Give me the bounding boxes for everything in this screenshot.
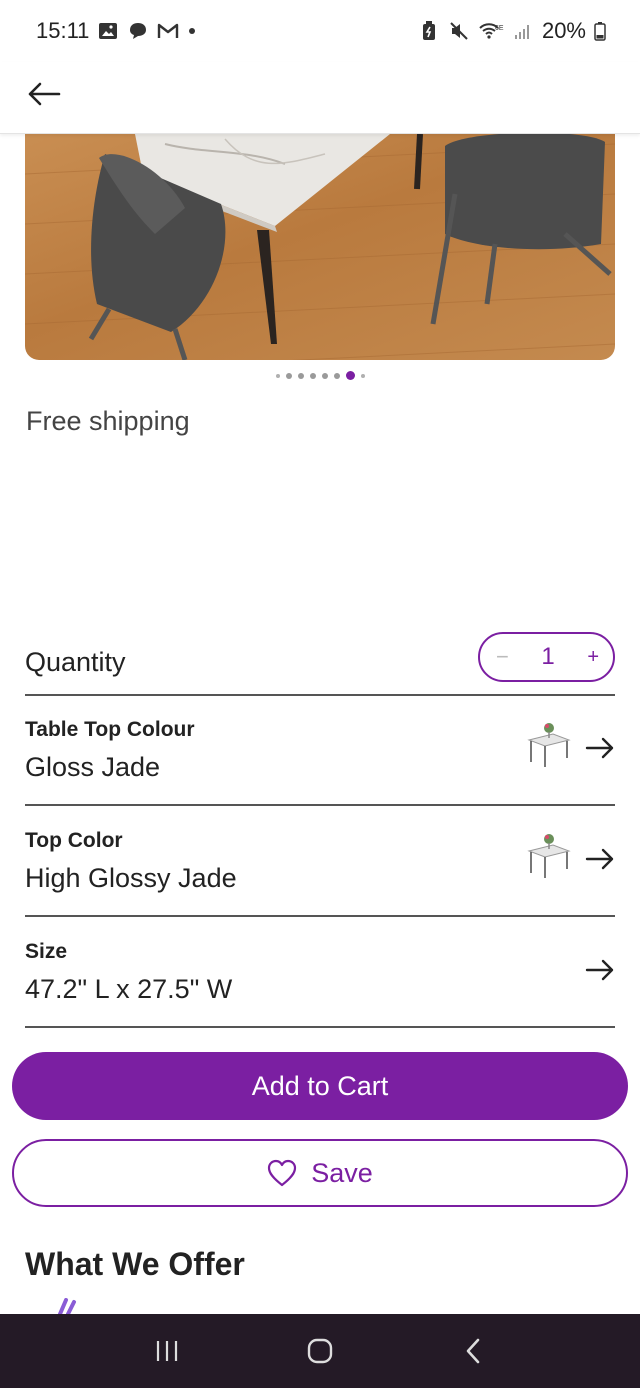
chat-icon: [127, 20, 149, 42]
table-thumbnail-icon: [527, 723, 571, 767]
arrow-right-icon: [585, 959, 614, 981]
battery-saver-icon: [418, 20, 440, 42]
mute-icon: [448, 20, 470, 42]
carousel-dot[interactable]: [321, 372, 328, 379]
status-bar: 15:11 6E 20%: [0, 0, 640, 62]
battery-icon: [594, 20, 606, 42]
increment-button[interactable]: +: [587, 646, 599, 669]
carousel-dot[interactable]: [360, 373, 365, 378]
back-button[interactable]: [22, 72, 66, 116]
chevron-left-icon: [467, 1338, 480, 1364]
option-top-color[interactable]: Top Color High Glossy Jade: [25, 807, 615, 917]
quantity-stepper: − 1 +: [478, 632, 615, 682]
quantity-row: Quantity − 1 +: [25, 630, 615, 696]
option-label: Table Top Colour: [25, 718, 195, 741]
system-nav-bar: [0, 1314, 640, 1388]
option-value: High Glossy Jade: [25, 863, 237, 893]
nav-back-button[interactable]: [448, 1326, 498, 1376]
offer-icon: [58, 1298, 76, 1314]
table-thumbnail-icon: [527, 834, 571, 878]
option-label: Size: [25, 940, 68, 963]
heart-icon: [268, 1159, 297, 1187]
add-to-cart-button[interactable]: Add to Cart: [12, 1052, 628, 1120]
home-button[interactable]: [295, 1326, 345, 1376]
section-title: What We Offer: [25, 1246, 245, 1282]
status-left: 15:11: [36, 18, 197, 44]
quantity-label: Quantity: [25, 646, 126, 677]
option-value: Gloss Jade: [25, 752, 161, 782]
dot-icon: [187, 20, 197, 42]
wifi-6e-icon: 6E: [478, 20, 504, 42]
arrow-left-icon: [28, 82, 61, 106]
quantity-value: 1: [541, 643, 555, 670]
gallery-icon: [97, 20, 119, 42]
carousel-dot-active[interactable]: [345, 371, 355, 380]
carousel-dot[interactable]: [309, 372, 316, 379]
signal-icon: [512, 20, 534, 42]
top-app-bar: [0, 62, 640, 134]
status-right: 6E 20%: [418, 18, 606, 44]
decrement-button[interactable]: −: [496, 644, 509, 670]
recent-apps-button[interactable]: [142, 1326, 192, 1376]
product-image[interactable]: [25, 134, 615, 360]
option-label: Top Color: [25, 829, 123, 852]
add-to-cart-label: Add to Cart: [251, 1070, 389, 1101]
option-table-top-colour[interactable]: Table Top Colour Gloss Jade: [25, 696, 615, 806]
gmail-icon: [157, 20, 179, 42]
carousel-dot[interactable]: [297, 372, 304, 379]
battery-percent: 20%: [541, 18, 586, 43]
free-shipping-text: Free shipping: [26, 406, 190, 436]
home-icon: [307, 1338, 333, 1364]
option-size[interactable]: Size 47.2" L x 27.5" W: [25, 918, 615, 1028]
save-button[interactable]: Save: [12, 1139, 628, 1207]
carousel-indicator: [0, 371, 640, 380]
carousel-dot[interactable]: [275, 373, 280, 378]
svg-text:6E: 6E: [495, 25, 504, 32]
carousel-dot[interactable]: [333, 372, 340, 379]
option-value: 47.2" L x 27.5" W: [25, 974, 233, 1004]
arrow-right-icon: [585, 848, 614, 870]
save-label: Save: [311, 1157, 373, 1188]
recent-apps-icon: [156, 1341, 177, 1361]
carousel-dot[interactable]: [285, 372, 292, 379]
arrow-right-icon: [585, 737, 614, 759]
status-time: 15:11: [36, 18, 90, 43]
